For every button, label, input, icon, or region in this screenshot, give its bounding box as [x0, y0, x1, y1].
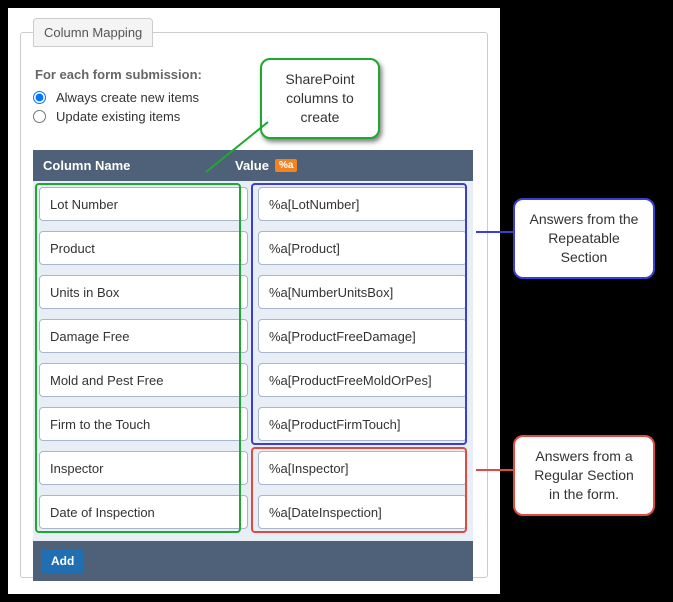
value-input[interactable] — [258, 495, 467, 529]
column-name-input[interactable] — [39, 451, 248, 485]
table-row — [39, 407, 467, 441]
intro-text: For each form submission: — [35, 67, 475, 82]
value-input[interactable] — [258, 319, 467, 353]
placeholder-badge: %a — [275, 159, 297, 172]
column-name-input[interactable] — [39, 231, 248, 265]
radio-create-input[interactable] — [33, 91, 46, 104]
value-input[interactable] — [258, 231, 467, 265]
column-name-input[interactable] — [39, 319, 248, 353]
value-input[interactable] — [258, 187, 467, 221]
column-name-input[interactable] — [39, 275, 248, 309]
radio-update-label: Update existing items — [56, 109, 180, 124]
column-mapping-fieldset: Column Mapping For each form submission:… — [20, 18, 488, 578]
value-input[interactable] — [258, 275, 467, 309]
table-body — [33, 181, 473, 541]
add-button[interactable]: Add — [41, 549, 84, 573]
mapping-table: Column Name Value %a Add — [33, 150, 473, 581]
config-panel: Column Mapping For each form submission:… — [8, 8, 500, 594]
column-name-input[interactable] — [39, 407, 248, 441]
callout-green: SharePoint columns to create — [260, 58, 380, 139]
radio-update-input[interactable] — [33, 110, 46, 123]
radio-update-existing[interactable]: Update existing items — [33, 109, 475, 124]
radio-create-new[interactable]: Always create new items — [33, 90, 475, 105]
table-footer: Add — [33, 541, 473, 581]
header-column-name: Column Name — [33, 150, 225, 181]
column-name-input[interactable] — [39, 363, 248, 397]
header-value: Value %a — [225, 150, 473, 181]
table-row — [39, 451, 467, 485]
callout-red: Answers from a Regular Section in the fo… — [513, 435, 655, 516]
table-header: Column Name Value %a — [33, 150, 473, 181]
column-name-input[interactable] — [39, 187, 248, 221]
value-input[interactable] — [258, 407, 467, 441]
table-row — [39, 275, 467, 309]
blue-outline — [251, 183, 467, 445]
value-input[interactable] — [258, 451, 467, 485]
table-row — [39, 187, 467, 221]
fieldset-legend: Column Mapping — [33, 18, 153, 47]
table-row — [39, 495, 467, 529]
table-row — [39, 363, 467, 397]
radio-create-label: Always create new items — [56, 90, 199, 105]
callout-blue: Answers from the Repeatable Section — [513, 198, 655, 279]
value-input[interactable] — [258, 363, 467, 397]
table-row — [39, 231, 467, 265]
column-name-input[interactable] — [39, 495, 248, 529]
table-row — [39, 319, 467, 353]
